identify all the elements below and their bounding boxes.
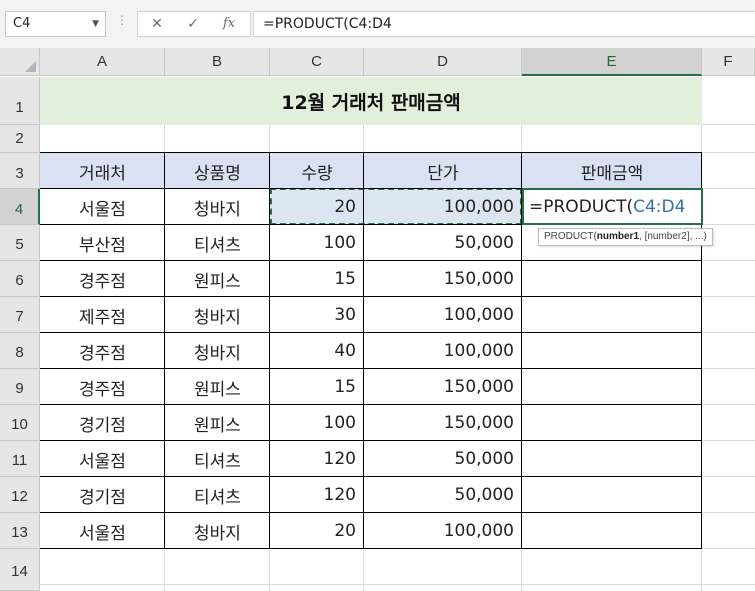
row-header-7[interactable]: 7 — [0, 297, 40, 333]
cell-store[interactable]: 경기점 — [40, 405, 165, 441]
column-header-a[interactable]: A — [40, 48, 165, 76]
drag-handle-icon[interactable]: ⋮ — [116, 13, 128, 27]
formula-reference: C4:D4 — [633, 196, 686, 217]
cell-quantity[interactable]: 40 — [270, 333, 364, 369]
row-header-11[interactable]: 11 — [0, 441, 40, 477]
cancel-icon[interactable]: ✕ — [142, 12, 172, 36]
formula-buttons: ✕ ✓ fx — [137, 11, 251, 37]
table-border — [40, 260, 702, 261]
table-border — [40, 476, 702, 477]
tooltip-arg1: number1 — [596, 231, 640, 242]
column-header-d[interactable]: D — [364, 48, 522, 76]
cell-quantity[interactable]: 20 — [270, 189, 364, 225]
tooltip-function: PRODUCT( — [544, 231, 597, 242]
cell-unit-price[interactable]: 100,000 — [364, 189, 522, 225]
table-border — [40, 512, 702, 513]
cell-product[interactable]: 원피스 — [165, 369, 270, 405]
row-header-8[interactable]: 8 — [0, 333, 40, 369]
cell-unit-price[interactable]: 50,000 — [364, 225, 522, 261]
row-header-6[interactable]: 6 — [0, 261, 40, 297]
table-border — [40, 152, 702, 153]
cell-unit-price[interactable]: 100,000 — [364, 513, 522, 549]
cell-store[interactable]: 부산점 — [40, 225, 165, 261]
cell-quantity[interactable]: 15 — [270, 261, 364, 297]
cell-product[interactable]: 원피스 — [165, 405, 270, 441]
table-border — [40, 440, 702, 441]
cell-unit-price[interactable]: 50,000 — [364, 477, 522, 513]
cell-quantity[interactable]: 100 — [270, 405, 364, 441]
cell-unit-price[interactable]: 100,000 — [364, 297, 522, 333]
table-border — [40, 332, 702, 333]
cell-product[interactable]: 티셔츠 — [165, 225, 270, 261]
cell-quantity[interactable]: 100 — [270, 225, 364, 261]
formula-text: =PRODUCT( — [529, 196, 634, 217]
header-sales-amount[interactable]: 판매금액 — [522, 153, 702, 189]
row-header-9[interactable]: 9 — [0, 369, 40, 405]
cell-product[interactable]: 청바지 — [165, 513, 270, 549]
insert-function-icon[interactable]: fx — [214, 12, 244, 36]
cell-store[interactable]: 경주점 — [40, 333, 165, 369]
header-store[interactable]: 거래처 — [40, 153, 165, 189]
cell-quantity[interactable]: 15 — [270, 369, 364, 405]
row-header-2[interactable]: 2 — [0, 125, 40, 153]
cell-store[interactable]: 서울점 — [40, 189, 165, 225]
header-quantity[interactable]: 수량 — [270, 153, 364, 189]
cell-store[interactable]: 서울점 — [40, 441, 165, 477]
row-header-12[interactable]: 12 — [0, 477, 40, 513]
cell-store[interactable]: 경주점 — [40, 369, 165, 405]
row-header-10[interactable]: 10 — [0, 405, 40, 441]
cell-quantity[interactable]: 30 — [270, 297, 364, 333]
cell-product[interactable]: 청바지 — [165, 333, 270, 369]
cell-unit-price[interactable]: 50,000 — [364, 441, 522, 477]
formula-bar: C4 ▼ ⋮ ✕ ✓ fx =PRODUCT(C4:D4 — [0, 0, 755, 48]
table-border — [40, 404, 702, 405]
name-box-value: C4 — [13, 16, 31, 31]
table-border — [40, 368, 702, 369]
row-header-13[interactable]: 13 — [0, 513, 40, 549]
header-unit-price[interactable]: 단가 — [364, 153, 522, 189]
sheet-title[interactable]: 12월 거래처 판매금액 — [40, 77, 702, 125]
column-header-c[interactable]: C — [270, 48, 364, 76]
table-border — [164, 152, 165, 549]
cell-product[interactable]: 청바지 — [165, 297, 270, 333]
cell-store[interactable]: 경기점 — [40, 477, 165, 513]
cell-unit-price[interactable]: 150,000 — [364, 405, 522, 441]
cell-store[interactable]: 경주점 — [40, 261, 165, 297]
enter-icon[interactable]: ✓ — [178, 12, 208, 36]
row-header-5[interactable]: 5 — [0, 225, 40, 261]
column-header-f[interactable]: F — [702, 48, 755, 76]
formula-input[interactable]: =PRODUCT(C4:D4 — [253, 11, 755, 37]
select-all-button[interactable] — [0, 48, 40, 76]
column-header-b[interactable]: B — [165, 48, 270, 76]
select-all-triangle-icon — [25, 61, 36, 72]
cell-quantity[interactable]: 120 — [270, 441, 364, 477]
gridline — [40, 584, 755, 585]
header-product[interactable]: 상품명 — [165, 153, 270, 189]
row-header-14[interactable]: 14 — [0, 549, 40, 591]
cell-quantity[interactable]: 120 — [270, 477, 364, 513]
tooltip-args: , [number2], ...) — [639, 231, 707, 242]
row-header-3[interactable]: 3 — [0, 153, 40, 189]
cell-product[interactable]: 원피스 — [165, 261, 270, 297]
active-cell-editor[interactable]: =PRODUCT(C4:D4 — [522, 188, 703, 225]
cell-unit-price[interactable]: 150,000 — [364, 369, 522, 405]
cell-unit-price[interactable]: 100,000 — [364, 333, 522, 369]
table-border — [40, 296, 702, 297]
cell-quantity[interactable]: 20 — [270, 513, 364, 549]
name-box[interactable]: C4 ▼ — [5, 11, 106, 37]
column-header-e[interactable]: E — [522, 48, 702, 76]
table-border — [40, 548, 702, 549]
function-tooltip[interactable]: PRODUCT(number1, [number2], ...) — [538, 228, 713, 246]
row-header-4[interactable]: 4 — [0, 189, 40, 225]
cell-product[interactable]: 티셔츠 — [165, 441, 270, 477]
cell-unit-price[interactable]: 150,000 — [364, 261, 522, 297]
row-header-1[interactable]: 1 — [0, 77, 40, 125]
cell-product[interactable]: 청바지 — [165, 189, 270, 225]
chevron-down-icon[interactable]: ▼ — [92, 12, 99, 36]
cell-store[interactable]: 제주점 — [40, 297, 165, 333]
cell-store[interactable]: 서울점 — [40, 513, 165, 549]
table-border — [363, 152, 364, 549]
cell-product[interactable]: 티셔츠 — [165, 477, 270, 513]
table-border — [269, 152, 270, 549]
